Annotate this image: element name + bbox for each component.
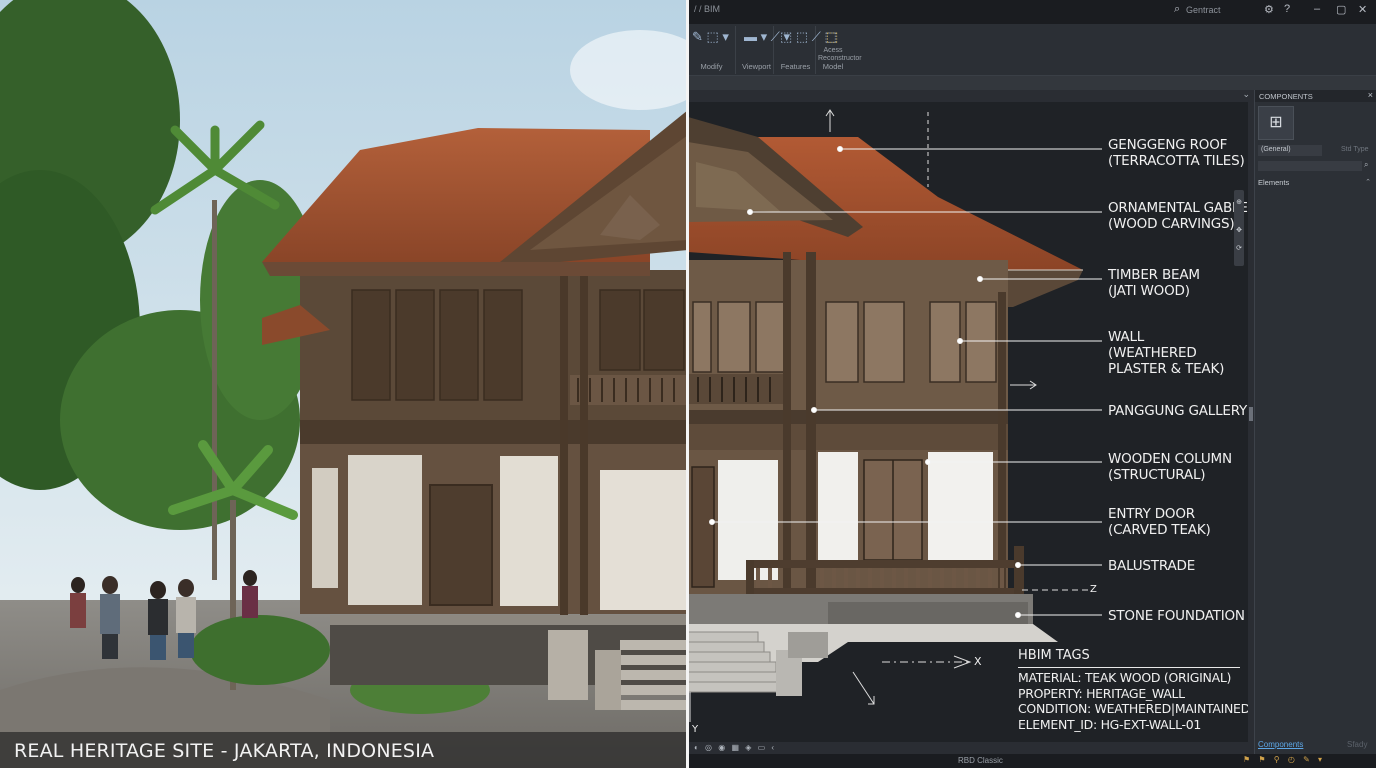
panel-title: COMPONENTS (1259, 92, 1313, 101)
callout-line: ENTRY DOOR (1108, 506, 1195, 522)
callout-line: PLASTER & TEAK) (1108, 361, 1225, 377)
ribbon-group-label: Modify (700, 62, 723, 71)
hbim-tag-material: MATERIAL: TEAK WOOD (ORIGINAL) (1018, 670, 1232, 685)
callout-line: ORNAMENTAL GABLE (1108, 200, 1248, 216)
view-control-bar: ◐ ◎ ◉ ▦ ◈ ▭ ‹ (688, 742, 1254, 754)
scrollbar-thumb[interactable] (1249, 407, 1253, 421)
orbit-icon[interactable]: ⟳ (1234, 244, 1244, 252)
callout-line: TIMBER BEAM (1108, 267, 1200, 283)
pan-icon[interactable]: ✥ (1234, 226, 1244, 234)
titlebar-search-field[interactable]: Gentract (1186, 5, 1256, 19)
type-filter-label[interactable]: Std Type (1341, 146, 1369, 153)
panel-footer-status: Sfady (1347, 740, 1368, 749)
callout-column: WOODEN COLUMN (STRUCTURAL) (1108, 451, 1232, 483)
reconstructor-icon[interactable]: ⬚ (826, 29, 838, 45)
heritage-house-photo-illustration (0, 0, 688, 768)
view-header-bar: ⌄ (688, 89, 1254, 102)
callout-line: (JATI WOOD) (1108, 283, 1190, 299)
ribbon-toolbar: ✎ ⬚ ▾ Modify ▬ ▾ ⟋ ▾ Viewport ⬚ ⬚ ⟋ ⬚ Fe… (688, 24, 1376, 76)
axis-x-label: X (974, 655, 982, 668)
panel-search-input[interactable] (1258, 161, 1362, 171)
help-icon[interactable]: ? (1284, 3, 1290, 15)
callout-beam: TIMBER BEAM (JATI WOOD) (1108, 267, 1200, 299)
reconstructor-label: Acess Reconstructor (818, 47, 862, 62)
callout-door: ENTRY DOOR (CARVED TEAK) (1108, 506, 1211, 538)
callout-line: GENGGENG ROOF (1108, 137, 1228, 153)
bim-model-drawing (688, 109, 1102, 722)
callout-wall: WALL (WEATHERED PLASTER & TEAK) (1108, 329, 1224, 377)
search-icon[interactable]: ⌕ (1364, 160, 1368, 170)
settings-icon[interactable]: ⚙ (1264, 3, 1274, 16)
status-tools-icon[interactable]: ⚑ ⚑ ⚲ ◴ ✎ ▾ (1243, 755, 1325, 764)
callout-line: BALUSTRADE (1108, 558, 1196, 574)
type-dropdown[interactable]: (General) (1258, 145, 1322, 156)
callout-line: (WOOD CARVINGS) (1108, 216, 1235, 232)
split-divider (686, 0, 689, 768)
heritage-photo: REAL HERITAGE SITE - JAKARTA, INDONESIA (0, 0, 688, 768)
component-thumbnail-icon[interactable]: ⊞ (1258, 106, 1294, 140)
components-panel: COMPONENTS × ⊞ (General) Std Type ⌕ Elem… (1254, 90, 1376, 754)
ribbon-group-label: Viewport (741, 62, 772, 71)
chevron-down-icon[interactable]: ⌄ (1242, 89, 1250, 100)
elements-heading[interactable]: Elements (1258, 178, 1289, 187)
pin-icon[interactable]: ⌃ (1365, 178, 1371, 186)
callout-line: (TERRACOTTA TILES) (1108, 153, 1245, 169)
ribbon-group-features[interactable]: ⬚ ⬚ ⟋ ⬚ Features (776, 26, 837, 74)
ribbon-group-viewport[interactable]: ▬ ▾ ⟋ ▾ Viewport (740, 26, 790, 74)
callout-line: WALL (1108, 329, 1145, 345)
callout-gable: ORNAMENTAL GABLE (WOOD CARVINGS) (1108, 200, 1248, 232)
zoom-icon[interactable]: ⊕ (1234, 198, 1244, 206)
ribbon-group-label: Features (780, 62, 811, 71)
tool-strip (688, 76, 1376, 90)
callout-foundation: STONE FOUNDATION (1108, 608, 1245, 624)
callout-line: PANGGUNG GALLERY (1108, 403, 1248, 419)
hbim-tag-condition: CONDITION: WEATHERED|MAINTAINED (1018, 701, 1248, 716)
title-bar: / / BIM ⌕ Gentract ⚙ ? – ▢ ✕ (688, 0, 1376, 24)
axis-y-label: Y (692, 724, 698, 735)
callout-line: (STRUCTURAL) (1108, 467, 1206, 483)
callout-line: (WEATHERED (1108, 345, 1197, 361)
view-controls-icon[interactable]: ◐ ◎ ◉ ▦ ◈ ▭ ‹ (694, 743, 776, 752)
model-selector[interactable]: RBD Classic (958, 756, 1003, 765)
close-icon[interactable]: ✕ (1358, 3, 1367, 16)
search-icon[interactable]: ⌕ (1174, 3, 1180, 16)
ribbon-group-modify[interactable]: ✎ ⬚ ▾ Modify (688, 26, 736, 74)
panel-header: COMPONENTS × (1255, 90, 1376, 102)
callout-line: STONE FOUNDATION (1108, 608, 1245, 624)
hbim-tag-property: PROPERTY: HERITAGE_WALL (1018, 685, 1185, 701)
callout-line: (CARVED TEAK) (1108, 522, 1211, 538)
components-link[interactable]: Components (1258, 740, 1303, 749)
minimize-icon[interactable]: – (1314, 3, 1320, 15)
model-viewport[interactable]: GENGGENG ROOF (TERRACOTTA TILES) ORNAMEN… (688, 102, 1248, 742)
ribbon-group-label: Model (822, 62, 844, 71)
close-icon[interactable]: × (1368, 90, 1373, 100)
callout-roof: GENGGENG ROOF (TERRACOTTA TILES) (1108, 137, 1245, 169)
document-title: / / BIM (694, 4, 721, 14)
hbim-tags-title: HBIM TAGS (1018, 648, 1240, 668)
ribbon-group-model[interactable]: ⬚ Acess Reconstructor Model (818, 26, 862, 74)
callout-balustrade: BALUSTRADE (1108, 558, 1195, 574)
photo-caption: REAL HERITAGE SITE - JAKARTA, INDONESIA (0, 732, 688, 768)
status-bar: RBD Classic ⚑ ⚑ ⚲ ◴ ✎ ▾ (688, 754, 1376, 768)
modify-tools-icon[interactable]: ✎ ⬚ ▾ (692, 29, 729, 45)
hbim-tags-box: HBIM TAGS MATERIAL: TEAK WOOD (ORIGINAL)… (1018, 648, 1248, 732)
restore-icon[interactable]: ▢ (1336, 3, 1346, 16)
navigation-bar[interactable]: ⊕ ✥ ⟳ (1234, 190, 1244, 266)
callout-line: WOODEN COLUMN (1108, 451, 1232, 467)
hbim-tag-element-id: ELEMENT_ID: HG-EXT-WALL-01 (1018, 716, 1202, 732)
axis-z-label: Z (1090, 584, 1097, 595)
callout-gallery: PANGGUNG GALLERY (1108, 403, 1247, 419)
bim-application: / / BIM ⌕ Gentract ⚙ ? – ▢ ✕ ✎ ⬚ ▾ Modif… (688, 0, 1376, 768)
